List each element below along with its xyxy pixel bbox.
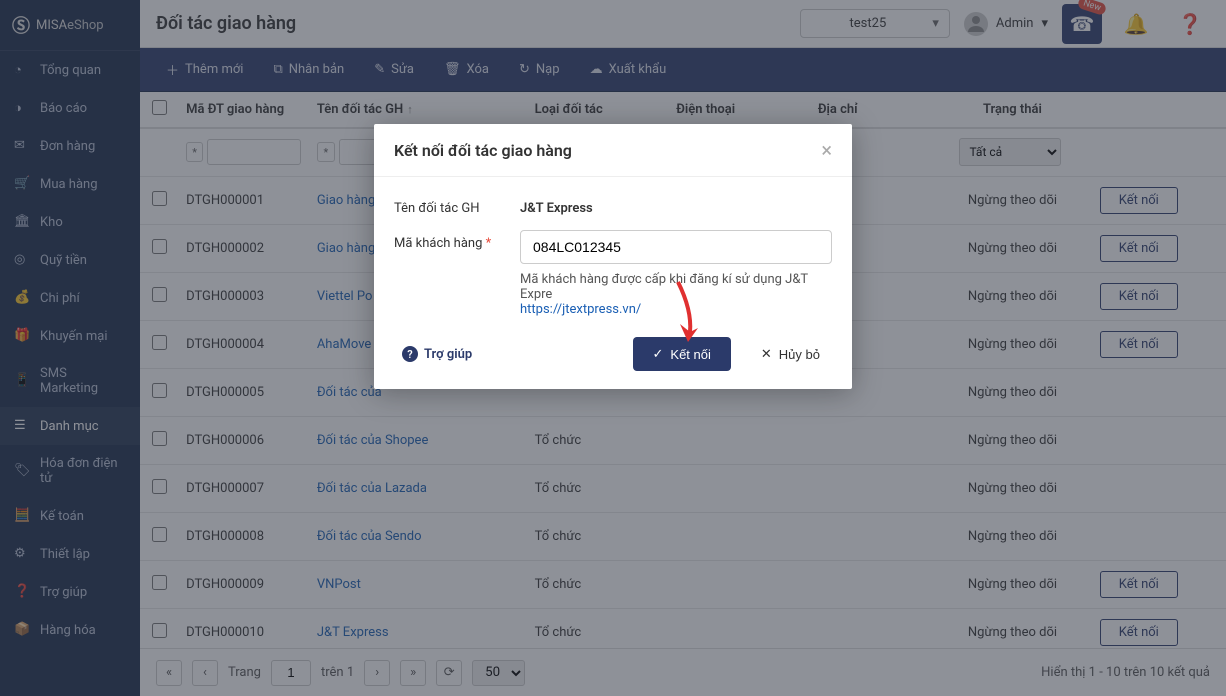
- hint-link[interactable]: https://jtextpress.vn/: [520, 302, 641, 317]
- question-icon: ?: [402, 346, 418, 362]
- close-icon[interactable]: ×: [821, 138, 832, 162]
- cancel-button[interactable]: ✕ Hủy bỏ: [749, 337, 832, 371]
- partner-name-value: J&T Express: [520, 195, 832, 216]
- shield-check-icon: ✓: [653, 346, 664, 362]
- connect-button[interactable]: ✓ Kết nối: [633, 337, 731, 371]
- dialog-title: Kết nối đối tác giao hàng: [394, 141, 821, 160]
- modal-overlay: Kết nối đối tác giao hàng × Tên đối tác …: [0, 0, 1226, 696]
- connect-partner-dialog: Kết nối đối tác giao hàng × Tên đối tác …: [374, 124, 852, 389]
- partner-name-label: Tên đối tác GH: [394, 195, 506, 216]
- close-icon: ✕: [761, 346, 772, 362]
- help-link[interactable]: ? Trợ giúp: [402, 346, 472, 362]
- customer-code-label: Mã khách hàng *: [394, 230, 506, 251]
- code-hint: Mã khách hàng được cấp khi đăng kí sử dụ…: [520, 272, 832, 317]
- customer-code-input[interactable]: [520, 230, 832, 264]
